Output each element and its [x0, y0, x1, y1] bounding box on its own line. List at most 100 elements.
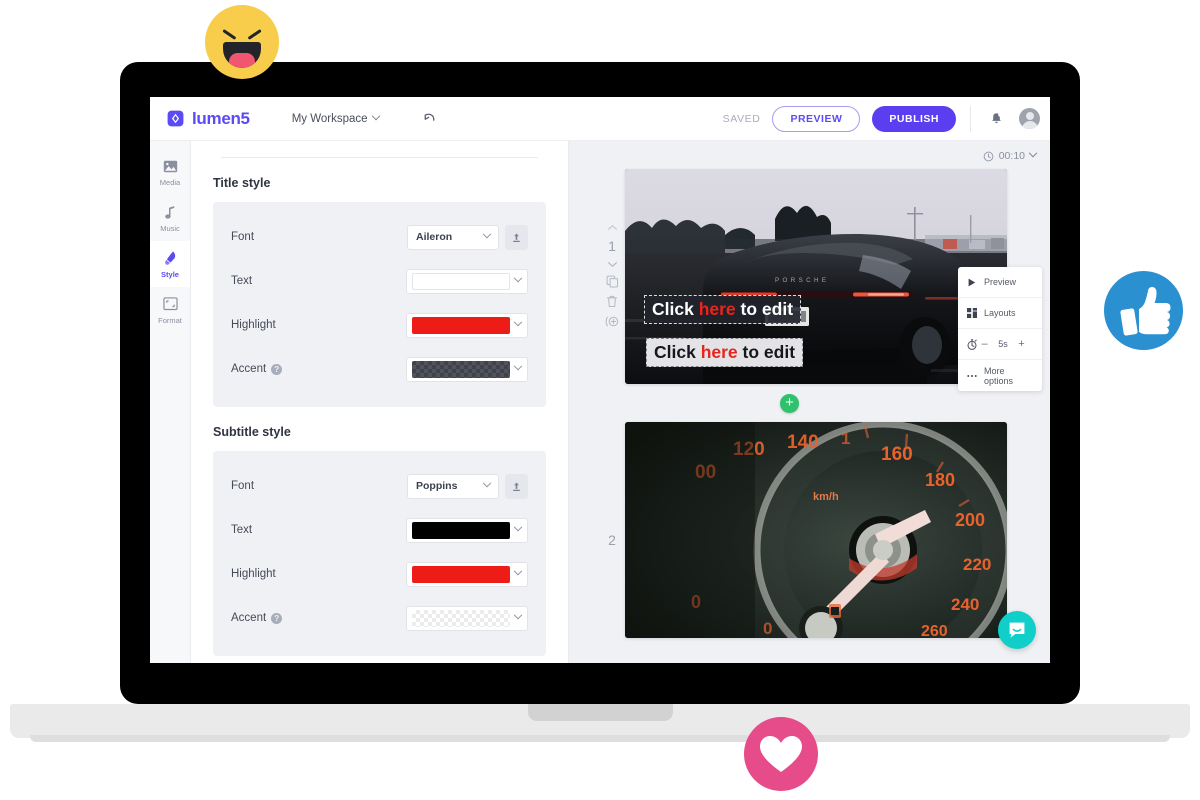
- storyboard-canvas: 00:10 1 PORSCHE Click here to edit Click…: [569, 141, 1050, 663]
- sidebar-item-music[interactable]: Music: [150, 195, 190, 241]
- row-title-highlight-color: Highlight: [231, 303, 528, 347]
- sidebar-item-style[interactable]: Style: [150, 241, 190, 287]
- scene-duplicate-button[interactable]: [606, 275, 619, 288]
- title-text-color-select[interactable]: [406, 268, 528, 294]
- reaction-haha-badge: [205, 5, 279, 79]
- app-logo[interactable]: lumen5: [166, 109, 250, 129]
- scene-context-menu: Preview Layouts – 5s + More options: [958, 267, 1042, 391]
- subtitle-text-color-swatch: [412, 521, 510, 539]
- title-text-before: Click: [652, 299, 699, 319]
- help-icon[interactable]: ?: [271, 612, 283, 624]
- row-label: Font: [231, 231, 255, 243]
- scene-1-thumbnail[interactable]: PORSCHE Panamera Turbo: [625, 169, 1007, 384]
- svg-text:km/h: km/h: [813, 491, 839, 503]
- help-icon[interactable]: ?: [271, 363, 283, 375]
- title-font-upload-button[interactable]: [505, 224, 528, 250]
- scene-move-up-button[interactable]: [607, 224, 618, 231]
- music-note-icon: [164, 204, 177, 221]
- section-title-title-style: Title style: [213, 176, 271, 190]
- row-label: Highlight: [231, 568, 276, 580]
- chevron-down-icon: [513, 610, 523, 620]
- subtitle-highlight-color-select[interactable]: [406, 561, 528, 587]
- svg-text:160: 160: [881, 444, 913, 465]
- title-text-highlight: here: [698, 299, 736, 319]
- row-label: Font: [231, 480, 255, 492]
- left-nav-rail: Media Music Style Format: [150, 141, 191, 663]
- row-subtitle-accent-color: Accent ?: [231, 596, 528, 640]
- publish-button[interactable]: PUBLISH: [872, 105, 956, 132]
- title-accent-color-swatch: [412, 360, 510, 378]
- context-menu-more-options[interactable]: More options: [958, 360, 1042, 391]
- title-font-select[interactable]: Aileron: [407, 224, 499, 250]
- chevron-down-icon: [482, 229, 492, 239]
- row-title-font: Font Aileron: [231, 215, 528, 259]
- saved-status: SAVED: [722, 112, 761, 125]
- upload-icon: [513, 481, 520, 491]
- scene-1-controls: 1: [599, 169, 625, 328]
- scene-add-transition-button[interactable]: [605, 315, 620, 328]
- subtitle-accent-color-select[interactable]: [406, 605, 528, 631]
- ellipsis-icon: [967, 374, 977, 378]
- subtitle-accent-color-swatch: [412, 609, 510, 627]
- chevron-down-icon: [513, 317, 523, 327]
- add-scene-button[interactable]: +: [780, 394, 799, 413]
- notifications-button[interactable]: [985, 108, 1007, 130]
- row-label: Text: [231, 524, 253, 536]
- context-menu-label: Layouts: [984, 308, 1016, 318]
- duration-increase-button[interactable]: +: [1014, 338, 1029, 350]
- title-highlight-color-swatch: [412, 316, 510, 334]
- subtitle-text-highlight: here: [700, 342, 738, 362]
- title-text-color-swatch: [412, 272, 510, 290]
- thumbs-up-icon: [1120, 287, 1171, 336]
- context-menu-preview[interactable]: Preview: [958, 267, 1042, 298]
- svg-text:PORSCHE: PORSCHE: [775, 277, 829, 284]
- subtitle-text-before: Click: [654, 342, 701, 362]
- preview-button[interactable]: PREVIEW: [772, 105, 861, 132]
- undo-button[interactable]: [419, 108, 441, 130]
- subtitle-font-upload-button[interactable]: [505, 473, 528, 499]
- subtitle-text-color-select[interactable]: [406, 517, 528, 543]
- image-icon: [163, 158, 178, 175]
- sidebar-item-label: Style: [161, 269, 179, 279]
- scene-1-title-textbox[interactable]: Click here to edit: [644, 295, 802, 324]
- video-duration[interactable]: 00:10: [983, 148, 1038, 162]
- scene-move-down-button[interactable]: [607, 261, 618, 268]
- sidebar-item-media[interactable]: Media: [150, 149, 190, 195]
- svg-text:220: 220: [963, 555, 991, 574]
- row-title-text-color: Text: [231, 259, 528, 303]
- user-avatar[interactable]: [1019, 108, 1040, 129]
- sidebar-item-format[interactable]: Format: [150, 287, 190, 333]
- laughing-face-icon: [222, 29, 237, 40]
- context-menu-layouts[interactable]: Layouts: [958, 298, 1042, 329]
- copy-icon: [606, 275, 618, 288]
- intercom-chat-button[interactable]: [998, 611, 1036, 649]
- chevron-down-icon: [371, 111, 380, 120]
- title-highlight-color-select[interactable]: [406, 312, 528, 338]
- title-style-card: Font Aileron Text Highlight Accent ?: [213, 202, 546, 407]
- laughing-face-tongue: [229, 53, 255, 68]
- row-title-accent-color: Accent ?: [231, 347, 528, 391]
- chevron-down-icon: [1028, 148, 1038, 158]
- topbar-divider: [970, 105, 971, 132]
- lumen5-logo-icon: [167, 110, 184, 127]
- sidebar-item-label: Music: [160, 223, 180, 233]
- title-accent-color-select[interactable]: [406, 356, 528, 382]
- workspace-selector[interactable]: My Workspace: [292, 111, 380, 125]
- title-font-value: Aileron: [416, 231, 453, 243]
- panel-divider: [221, 157, 538, 158]
- scene-delete-button[interactable]: [606, 295, 618, 308]
- scene-2-thumbnail[interactable]: 120 140 1 160 180 200 220 240 260 00 0 0: [625, 422, 1007, 638]
- svg-text:180: 180: [925, 470, 955, 490]
- scene-number: 2: [608, 532, 616, 548]
- laughing-face-eye: [247, 29, 262, 40]
- subtitle-font-select[interactable]: Poppins: [407, 473, 499, 499]
- row-label: Accent: [231, 612, 267, 624]
- scene-2-image: 120 140 1 160 180 200 220 240 260 00 0 0: [625, 422, 1007, 638]
- sidebar-item-label: Format: [158, 315, 182, 325]
- row-subtitle-highlight-color: Highlight: [231, 552, 528, 596]
- chevron-down-icon: [513, 361, 523, 371]
- scene-1-subtitle-textbox[interactable]: Click here to edit: [646, 338, 804, 367]
- duration-decrease-button[interactable]: –: [977, 338, 992, 350]
- undo-icon: [424, 113, 435, 121]
- laughing-face-mouth: [223, 42, 261, 68]
